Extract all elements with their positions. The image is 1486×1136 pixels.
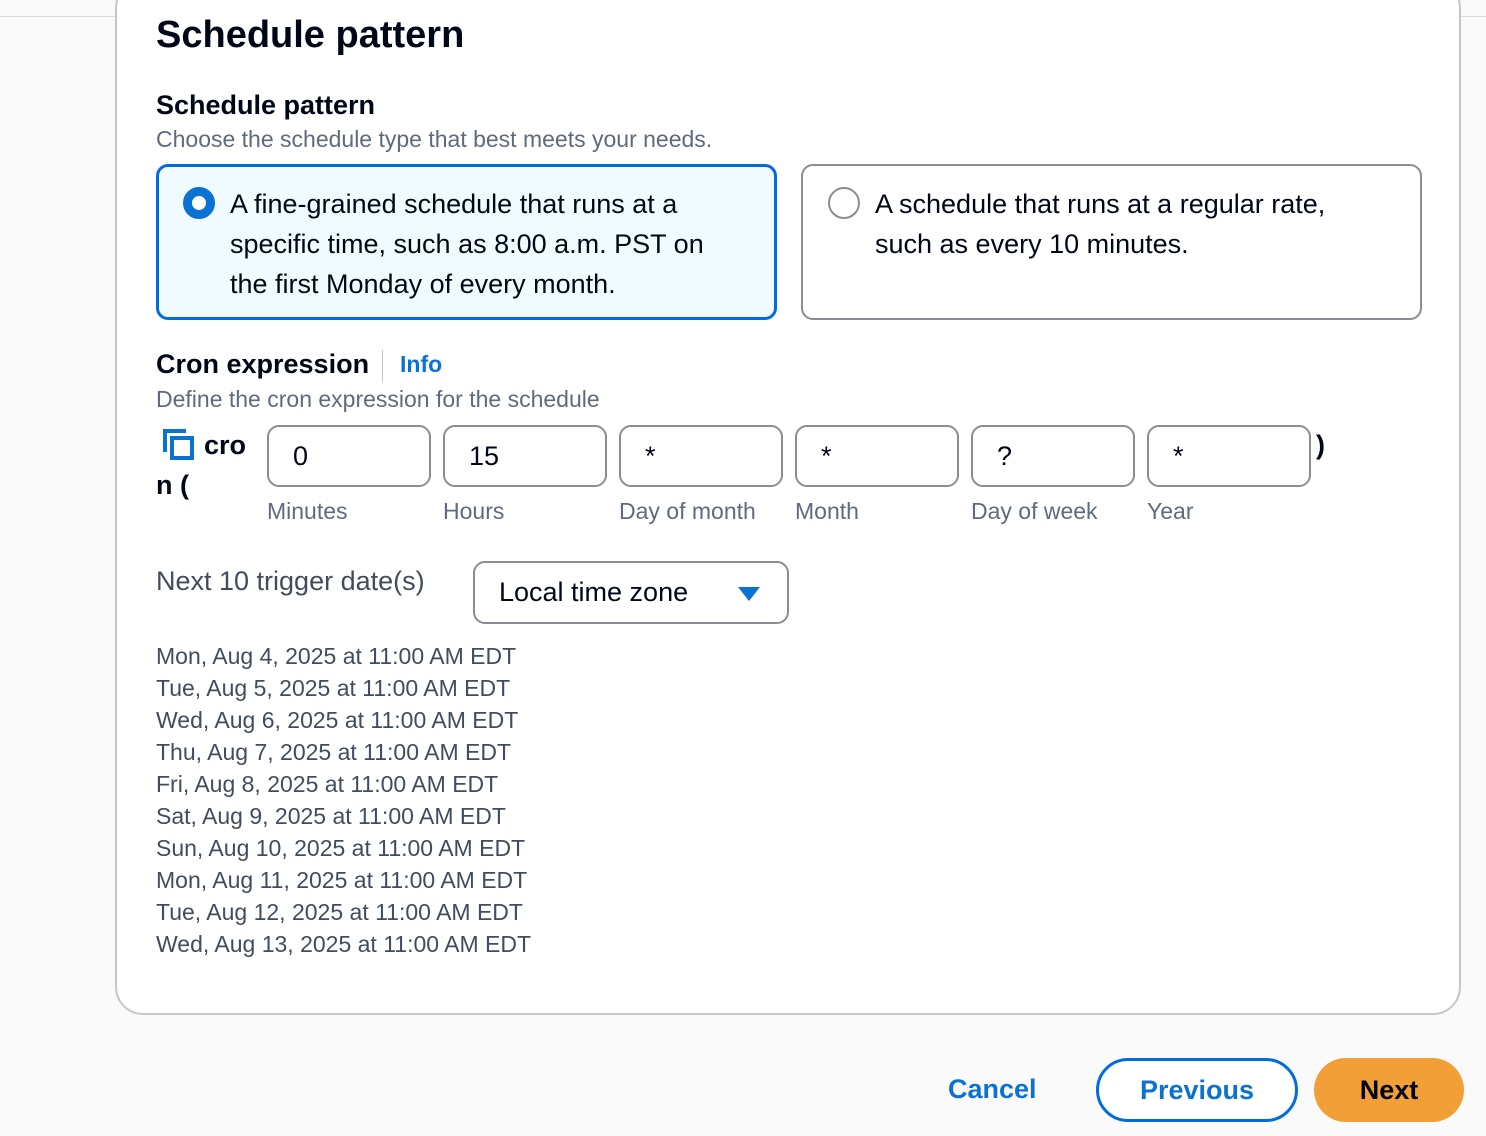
trigger-date: Thu, Aug 7, 2025 at 11:00 AM EDT [156,739,512,765]
radio-regular-rate[interactable] [828,187,860,219]
cron-prefix-line2: n ( [156,470,189,500]
trigger-dates-label: Next 10 trigger date(s) [156,566,425,596]
cron-day-of-week-label: Day of week [971,498,1098,524]
cron-suffix: ) [1316,430,1325,460]
option-regular-rate-line2: such as every 10 minutes. [875,229,1189,259]
trigger-date: Sat, Aug 9, 2025 at 11:00 AM EDT [156,803,506,829]
trigger-date: Wed, Aug 6, 2025 at 11:00 AM EDT [156,707,519,733]
schedule-pattern-label: Schedule pattern [156,90,376,120]
cron-year-label: Year [1147,498,1194,524]
caret-down-icon [738,587,760,601]
cron-day-of-month-label: Day of month [619,498,756,524]
trigger-date: Mon, Aug 4, 2025 at 11:00 AM EDT [156,643,517,669]
cron-month-label: Month [795,498,859,524]
cron-year-input[interactable] [1147,425,1311,487]
cron-expression-label: Cron expression [156,349,370,379]
info-separator [382,350,383,382]
trigger-dates-list: Mon, Aug 4, 2025 at 11:00 AM EDT Tue, Au… [156,640,531,960]
cancel-button[interactable]: Cancel [948,1074,1037,1105]
timezone-select[interactable]: Local time zone [473,561,789,624]
tile-regular-rate-schedule[interactable]: A schedule that runs at a regular rate, … [801,164,1422,320]
cron-hours-input[interactable] [443,425,607,487]
cron-minutes-label: Minutes [267,498,348,524]
previous-button[interactable]: Previous [1096,1058,1298,1122]
cron-hours-label: Hours [443,498,505,524]
cron-prefix-line1: cro [204,430,247,460]
cron-month-input[interactable] [795,425,959,487]
option-fine-grained-line2: specific time, such as 8:00 a.m. PST on [230,229,704,259]
option-fine-grained-line3: the first Monday of every month. [230,269,616,299]
trigger-date: Fri, Aug 8, 2025 at 11:00 AM EDT [156,771,499,797]
next-button[interactable]: Next [1314,1058,1464,1122]
cron-minutes-input[interactable] [267,425,431,487]
tile-fine-grained-schedule[interactable]: A fine-grained schedule that runs at a s… [156,164,777,320]
trigger-date: Mon, Aug 11, 2025 at 11:00 AM EDT [156,867,528,893]
cron-day-of-week-input[interactable] [971,425,1135,487]
cron-day-of-month-input[interactable] [619,425,783,487]
section-title: Schedule pattern [156,14,465,56]
option-fine-grained-line1: A fine-grained schedule that runs at a [230,189,678,219]
trigger-date: Wed, Aug 13, 2025 at 11:00 AM EDT [156,931,532,957]
option-regular-rate-line1: A schedule that runs at a regular rate, [875,189,1326,219]
trigger-date: Sun, Aug 10, 2025 at 11:00 AM EDT [156,835,526,861]
copy-icon[interactable] [162,428,196,462]
timezone-select-value: Local time zone [499,577,689,607]
cron-expression-description: Define the cron expression for the sched… [156,386,600,412]
trigger-date: Tue, Aug 12, 2025 at 11:00 AM EDT [156,899,523,925]
radio-fine-grained[interactable] [183,187,215,219]
trigger-date: Tue, Aug 5, 2025 at 11:00 AM EDT [156,675,511,701]
schedule-pattern-description: Choose the schedule type that best meets… [156,126,713,152]
info-link[interactable]: Info [400,351,442,378]
